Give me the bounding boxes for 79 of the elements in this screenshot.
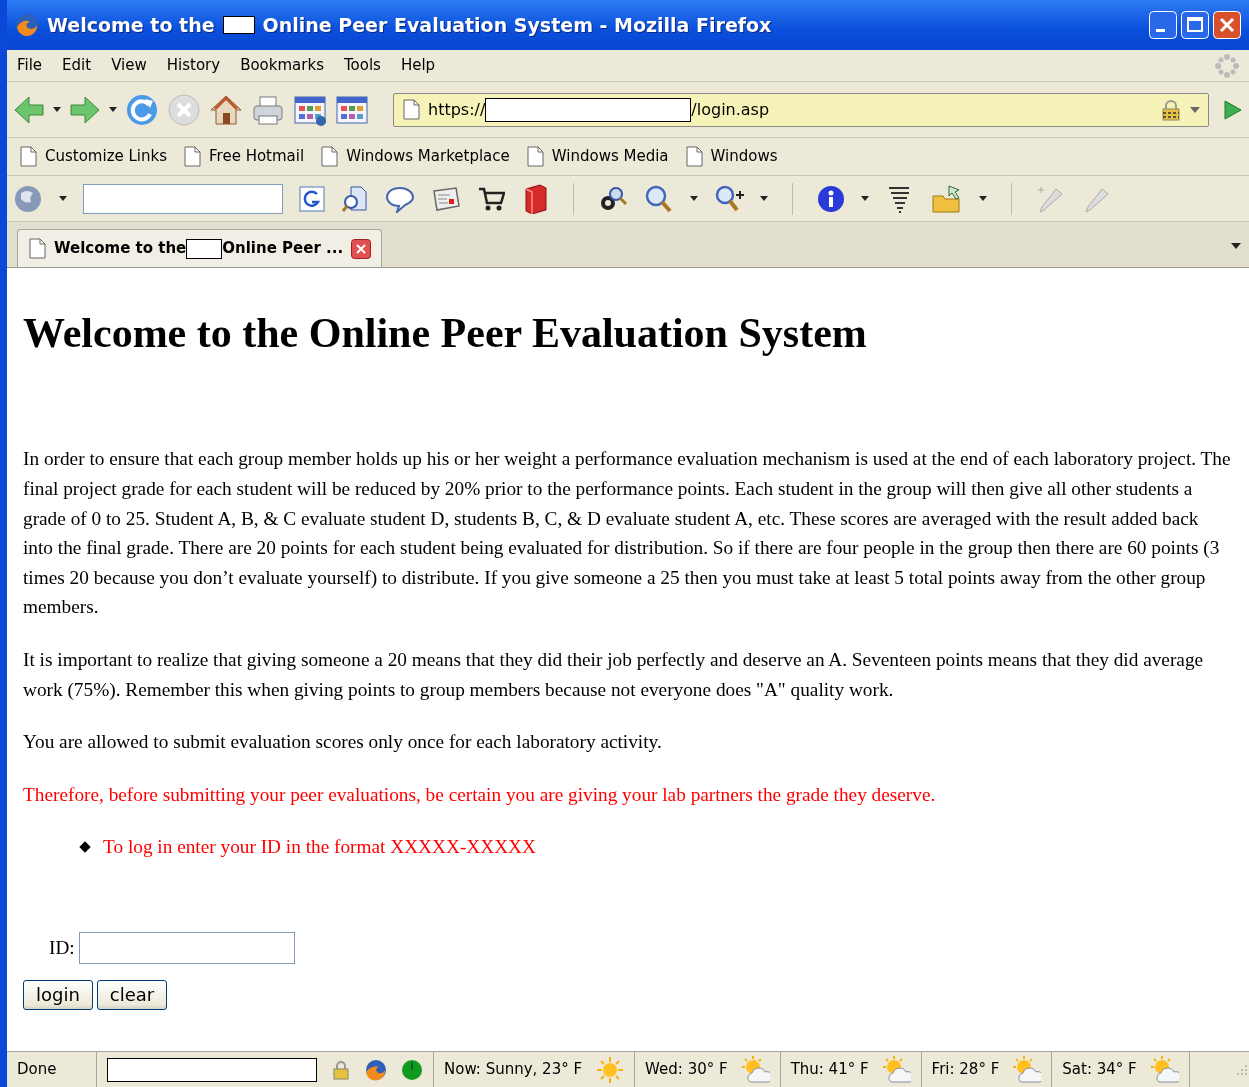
bookmark-link[interactable]: Windows Media — [525, 145, 669, 168]
redaction-box — [186, 238, 223, 259]
instruction-text: To log in enter your ID in the format XXXXX-XXXXX — [103, 835, 536, 860]
caret-icon[interactable] — [109, 107, 117, 112]
page-heading: Welcome to the Online Peer Evaluation System — [23, 309, 868, 358]
newspaper-icon[interactable] — [431, 184, 461, 213]
dropdown-icon[interactable] — [1190, 106, 1200, 113]
caret-icon[interactable] — [690, 196, 698, 201]
tab-label: Online Peer ... — [222, 238, 344, 260]
field-label: ID: — [49, 936, 75, 961]
close-button[interactable] — [1213, 11, 1241, 39]
paragraph: You are allowed to submit evaluation scores only once for each laboratory activity. — [23, 730, 663, 755]
bullet-icon — [79, 841, 91, 853]
menu-item[interactable]: Edit — [62, 54, 92, 77]
google-icon[interactable] — [299, 185, 325, 212]
lock-icon — [1160, 98, 1182, 121]
go-arrow-icon[interactable] — [1221, 98, 1243, 121]
tab-label: Welcome to the — [54, 238, 187, 260]
weather-text: Thu: 41° F — [790, 1059, 869, 1081]
page-icon — [402, 99, 420, 120]
resize-grip-icon[interactable] — [1235, 1062, 1249, 1077]
menu-item[interactable]: Bookmarks — [240, 54, 324, 77]
menu-item[interactable]: Help — [400, 54, 436, 77]
caret-icon[interactable] — [59, 196, 67, 201]
bookmark-link[interactable]: Windows — [684, 145, 778, 168]
close-icon[interactable] — [351, 238, 372, 259]
bookmark-link[interactable]: Free Hotmail — [183, 145, 305, 168]
search-field[interactable] — [83, 183, 283, 214]
caret-icon[interactable] — [760, 196, 768, 201]
menu-item[interactable]: File — [17, 54, 43, 77]
lock-icon — [331, 1059, 351, 1080]
window-title: Online Peer Evaluation System - Mozilla Firefox — [262, 12, 772, 38]
id-field[interactable] — [78, 931, 295, 964]
back-arrow-icon[interactable] — [13, 93, 45, 126]
document-search-icon[interactable] — [341, 184, 369, 213]
paragraph: It is important to realize that giving someone a 20 means that they did their job perfectly and deserve an A. Seventeen points means that they did average work (75%). Remember this when giving points to group members because not everyone does "A" quality work. — [23, 647, 1205, 702]
url-text: /login.asp — [691, 98, 770, 121]
folder-arrow-icon[interactable] — [931, 183, 963, 214]
info-icon[interactable] — [817, 184, 845, 213]
bookmark-link[interactable]: Customize Links — [19, 145, 168, 168]
url-text: https:// — [428, 98, 486, 121]
tab-list-icon[interactable] — [1231, 243, 1241, 249]
throbber-icon — [1215, 53, 1239, 78]
tab[interactable]: Welcome to the Online Peer ... — [17, 229, 383, 267]
weather-text: Fri: 28° F — [931, 1059, 1000, 1081]
maximize-button[interactable] — [1181, 11, 1209, 39]
caret-icon[interactable] — [979, 196, 987, 201]
weather-text: Wed: 30° F — [645, 1059, 728, 1081]
firefox-icon — [15, 13, 39, 37]
search-icon[interactable] — [644, 183, 674, 214]
forward-arrow-icon[interactable] — [69, 93, 101, 126]
weather-text: Now: Sunny, 23° F — [444, 1059, 583, 1081]
status-dot-icon[interactable] — [401, 1058, 423, 1081]
speech-bubble-icon[interactable] — [385, 184, 415, 213]
page-icon — [183, 146, 202, 167]
login-button[interactable]: login — [23, 979, 93, 1010]
paragraph: In order to ensure that each group member holds up his or her weight a performance evaluation mechanism is used at the end of each laboratory project. The final project grade for each student will be reduced by 20% prior to the performance points. Each student in the group will then give all other students a grade of 0 to 25. Student A, B, & C evaluate student D, students B, C, & D evaluate student A, etc. These scores are averaged with the result added back into the final grade. There are 20 points for each student being evaluated for distribution. So if there are four people in the group then there are 60 points (3 times 20 because you don’t evaluate yourself) to distribute. If you give someone a 25 then you must take at least 5 total points away from the other group members. — [23, 447, 1232, 620]
menu-item[interactable]: History — [166, 54, 221, 77]
warning-text: Therefore, before submitting your peer evaluations, be certain you are giving your lab partners the grade they deserve. — [23, 782, 937, 807]
bookmark-link[interactable]: Windows Marketplace — [320, 145, 510, 168]
minimize-button[interactable] — [1149, 11, 1177, 39]
clear-button[interactable]: clear — [96, 979, 168, 1010]
caret-icon[interactable] — [53, 107, 61, 112]
firefox-icon[interactable] — [365, 1058, 387, 1081]
page-icon — [684, 146, 703, 167]
reload-icon[interactable] — [125, 92, 159, 127]
caret-icon[interactable] — [861, 196, 869, 201]
redaction-box — [222, 16, 255, 34]
page-icon — [19, 146, 37, 167]
status-text: Done — [17, 1059, 57, 1081]
window-title: Welcome to the — [47, 12, 215, 38]
page-icon — [320, 146, 339, 167]
zoom-in-icon[interactable] — [714, 183, 744, 214]
weather-text: Sat: 34° F — [1062, 1059, 1137, 1081]
menu-item[interactable]: Tools — [343, 54, 381, 77]
page-icon — [525, 146, 544, 167]
menu-item[interactable]: View — [111, 54, 147, 77]
page-icon — [28, 238, 46, 259]
address-bar[interactable]: https:// /login.asp — [393, 92, 1209, 127]
